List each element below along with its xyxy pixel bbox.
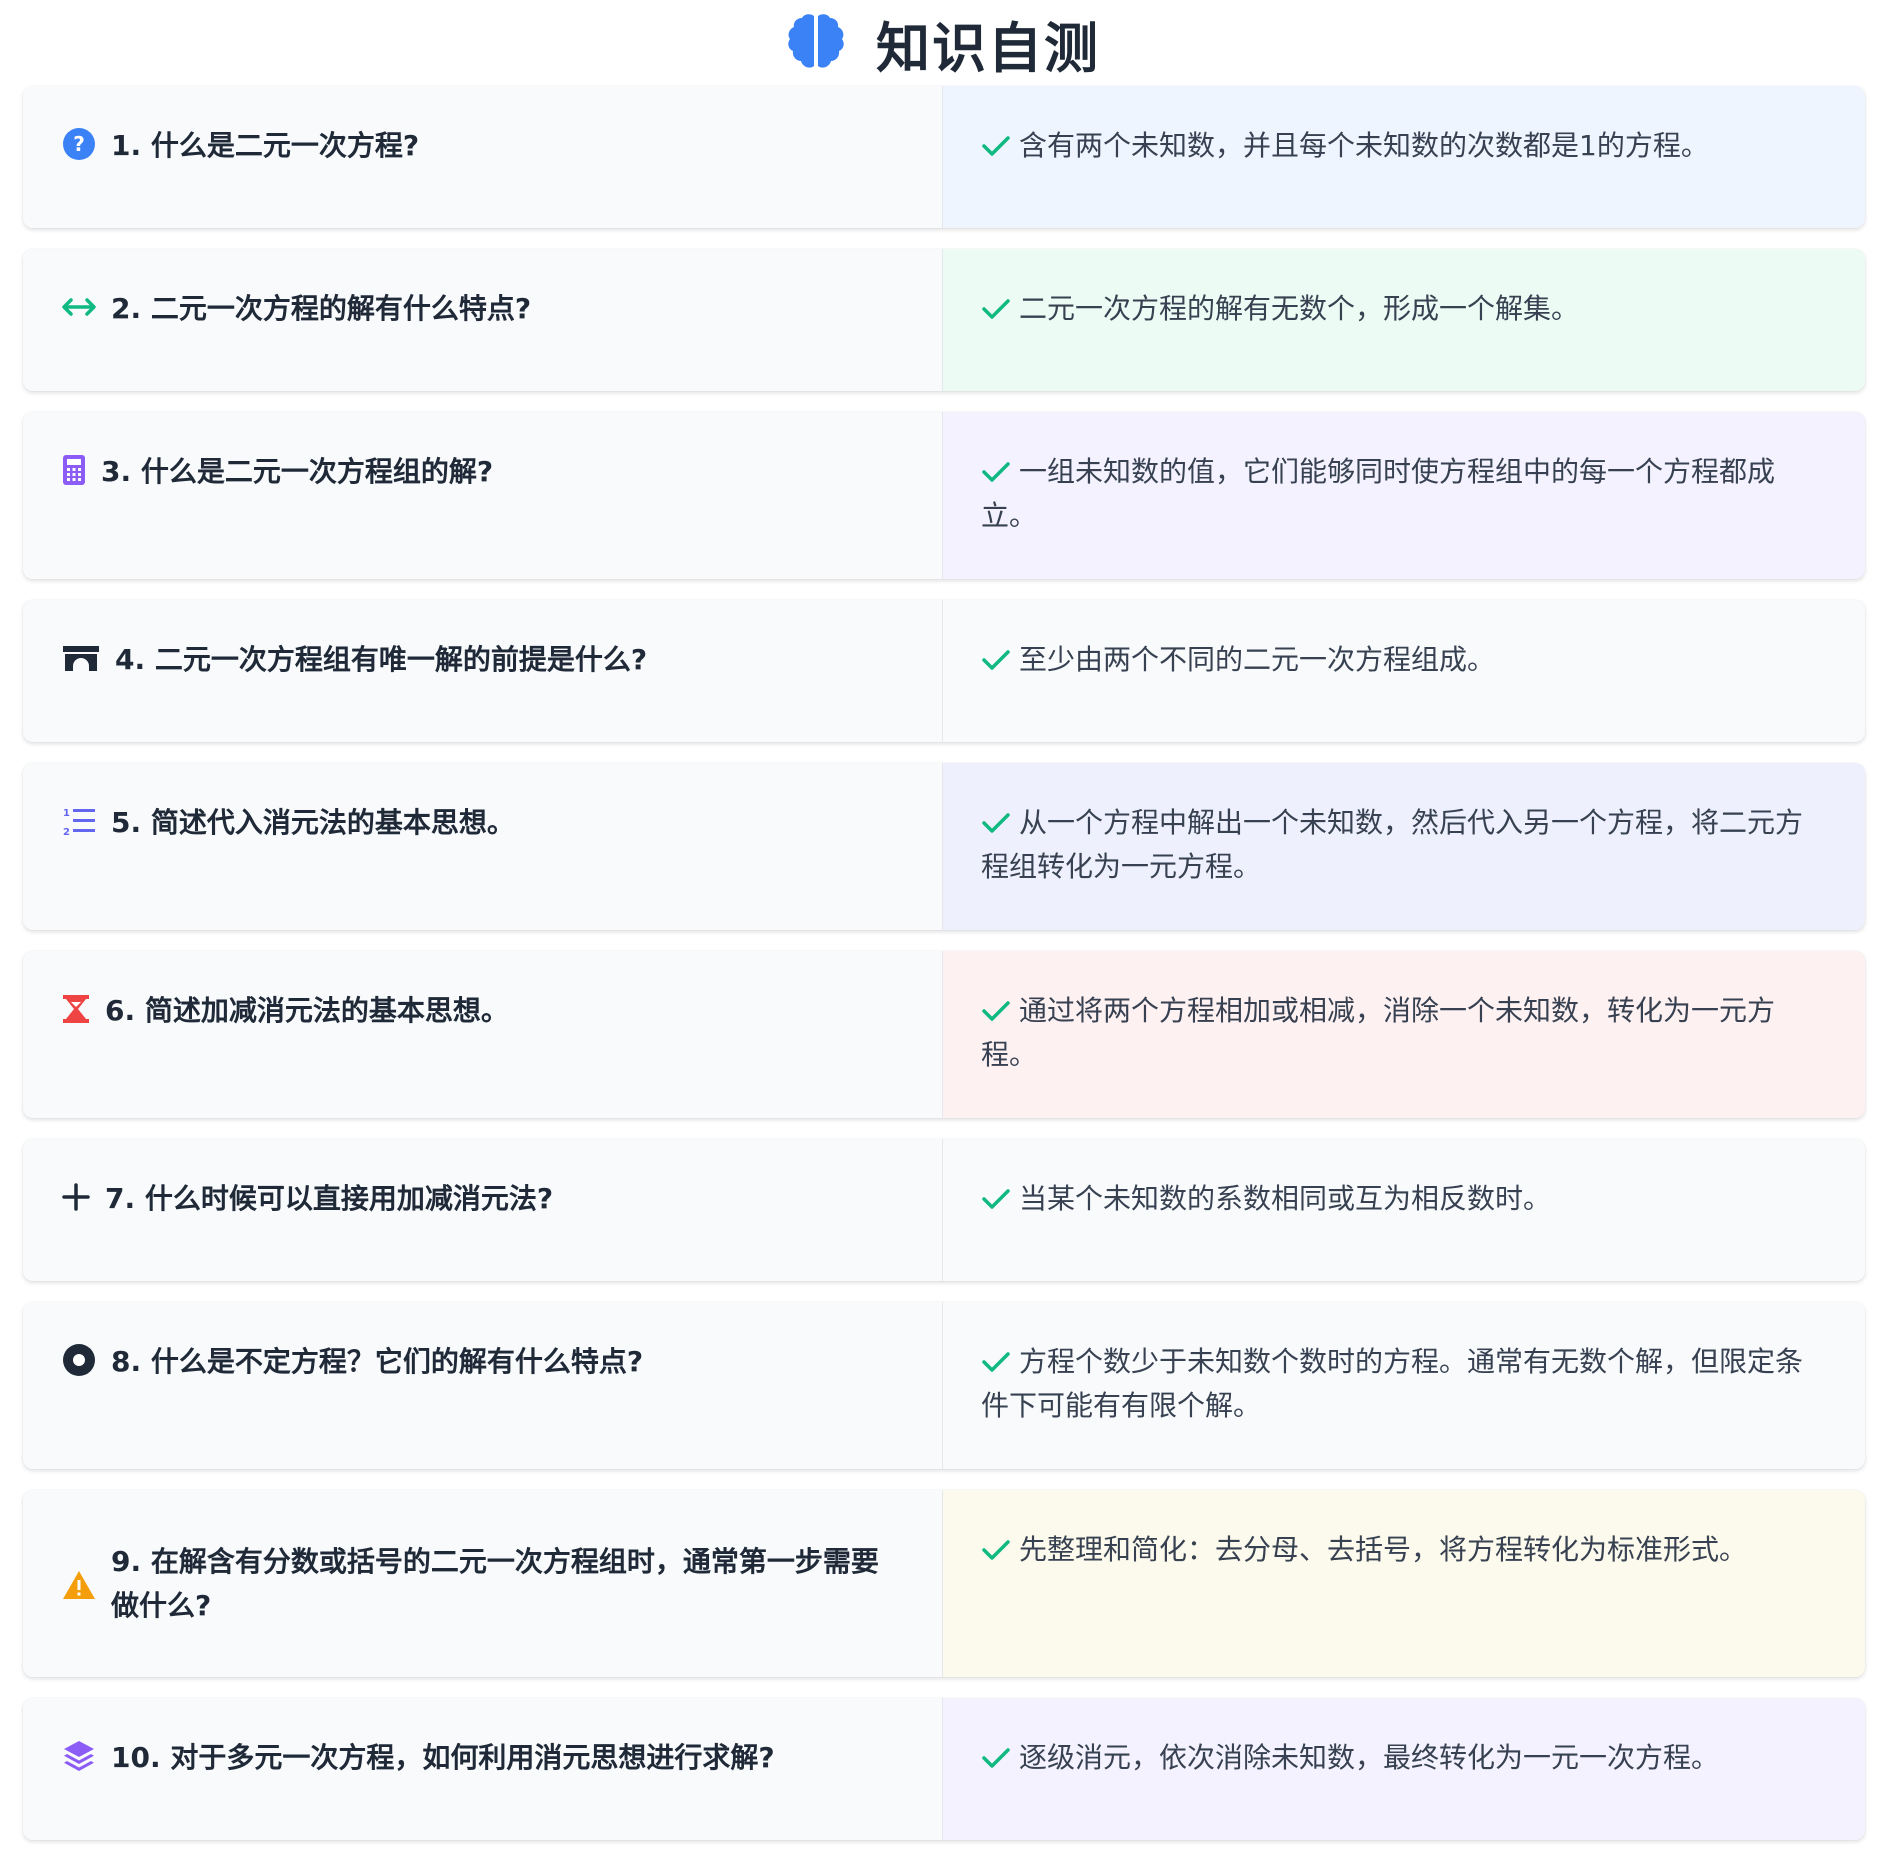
quiz-card: 1 2 5. 简述代入消元法的基本思想。 从一个方程中解出一个未知数，然后代入另… [23,763,1865,930]
answer-cell: 通过将两个方程相加或相减，消除一个未知数，转化为一元方程。 [943,951,1865,1118]
question-text: 5. 简述代入消元法的基本思想。 [111,806,515,839]
check-icon [982,1352,1010,1372]
answer-text: 当某个未知数的系数相同或互为相反数时。 [1019,1182,1552,1215]
question-cell: 4. 二元一次方程组有唯一解的前提是什么? [23,600,943,742]
question-text: 1. 什么是二元一次方程? [111,129,420,162]
answer-cell: 至少由两个不同的二元一次方程组成。 [943,600,1865,742]
arrows-left-right-icon [61,289,97,325]
question-cell: 10. 对于多元一次方程，如何利用消元思想进行求解? [23,1698,943,1840]
quiz-card-list: ? 1. 什么是二元一次方程? 含有两个未知数，并且每个未知数的次数都是1的方程… [23,86,1865,1861]
answer-text: 方程个数少于未知数个数时的方程。通常有无数个解，但限定条件下可能有有限个解。 [981,1345,1804,1422]
question-cell: 9. 在解含有分数或括号的二元一次方程组时，通常第一步需要做什么? [23,1490,943,1677]
svg-text:?: ? [73,132,85,156]
quiz-card: 6. 简述加减消元法的基本思想。 通过将两个方程相加或相减，消除一个未知数，转化… [23,951,1865,1118]
check-icon [982,1748,1010,1768]
check-icon [982,299,1010,319]
question-circle-icon: ? [61,126,97,162]
answer-text: 先整理和简化：去分母、去括号，将方程转化为标准形式。 [1019,1533,1748,1566]
answer-text: 从一个方程中解出一个未知数，然后代入另一个方程，将二元方程组转化为一元方程。 [981,806,1804,883]
answer-text: 含有两个未知数，并且每个未知数的次数都是1的方程。 [1019,129,1709,162]
quiz-card: 9. 在解含有分数或括号的二元一次方程组时，通常第一步需要做什么? 先整理和简化… [23,1490,1865,1677]
question-text: 8. 什么是不定方程？它们的解有什么特点? [111,1345,644,1378]
question-text: 6. 简述加减消元法的基本思想。 [105,994,509,1027]
calculator-icon [61,452,87,488]
question-cell: 1 2 5. 简述代入消元法的基本思想。 [23,763,943,930]
quiz-card: 3. 什么是二元一次方程组的解? 一组未知数的值，它们能够同时使方程组中的每一个… [23,412,1865,579]
answer-cell: 二元一次方程的解有无数个，形成一个解集。 [943,249,1865,391]
brain-icon [784,11,848,75]
quiz-card: 7. 什么时候可以直接用加减消元法? 当某个未知数的系数相同或互为相反数时。 [23,1139,1865,1281]
plus-icon [61,1179,91,1215]
check-icon [982,1001,1010,1021]
dot-circle-icon [61,1342,97,1378]
question-text: 3. 什么是二元一次方程组的解? [101,455,494,488]
quiz-card: 8. 什么是不定方程？它们的解有什么特点? 方程个数少于未知数个数时的方程。通常… [23,1302,1865,1469]
question-text: 9. 在解含有分数或括号的二元一次方程组时，通常第一步需要做什么? [111,1544,879,1622]
check-icon [982,136,1010,156]
answer-text: 逐级消元，依次消除未知数，最终转化为一元一次方程。 [1019,1741,1720,1774]
svg-text:1: 1 [63,808,70,819]
layers-icon [61,1738,97,1774]
answer-cell: 方程个数少于未知数个数时的方程。通常有无数个解，但限定条件下可能有有限个解。 [943,1302,1865,1469]
question-text: 7. 什么时候可以直接用加减消元法? [105,1182,554,1215]
archway-icon [61,640,101,676]
question-cell: 7. 什么时候可以直接用加减消元法? [23,1139,943,1281]
answer-text: 通过将两个方程相加或相减，消除一个未知数，转化为一元方程。 [981,994,1776,1071]
question-cell: ? 1. 什么是二元一次方程? [23,86,943,228]
question-text: 10. 对于多元一次方程，如何利用消元思想进行求解? [111,1741,775,1774]
quiz-card: 10. 对于多元一次方程，如何利用消元思想进行求解? 逐级消元，依次消除未知数，… [23,1698,1865,1840]
list-ol-icon: 1 2 [61,803,97,839]
check-icon [982,462,1010,482]
page-title: 知识自测 [876,16,1100,80]
svg-text:2: 2 [63,827,70,836]
quiz-card: 4. 二元一次方程组有唯一解的前提是什么? 至少由两个不同的二元一次方程组成。 [23,600,1865,742]
question-text: 2. 二元一次方程的解有什么特点? [111,292,532,325]
question-cell: 2. 二元一次方程的解有什么特点? [23,249,943,391]
question-text: 4. 二元一次方程组有唯一解的前提是什么? [115,643,648,676]
answer-cell: 逐级消元，依次消除未知数，最终转化为一元一次方程。 [943,1698,1865,1840]
answer-text: 至少由两个不同的二元一次方程组成。 [1019,643,1496,676]
check-icon [982,1189,1010,1209]
check-icon [982,1540,1010,1560]
check-icon [982,813,1010,833]
answer-cell: 含有两个未知数，并且每个未知数的次数都是1的方程。 [943,86,1865,228]
check-icon [982,650,1010,670]
answer-text: 一组未知数的值，它们能够同时使方程组中的每一个方程都成立。 [981,455,1776,532]
answer-cell: 先整理和简化：去分母、去括号，将方程转化为标准形式。 [943,1490,1865,1677]
question-cell: 8. 什么是不定方程？它们的解有什么特点? [23,1302,943,1469]
answer-text: 二元一次方程的解有无数个，形成一个解集。 [1019,292,1580,325]
header: 知识自测 [0,0,1884,86]
answer-cell: 从一个方程中解出一个未知数，然后代入另一个方程，将二元方程组转化为一元方程。 [943,763,1865,930]
quiz-card: ? 1. 什么是二元一次方程? 含有两个未知数，并且每个未知数的次数都是1的方程… [23,86,1865,228]
quiz-card: 2. 二元一次方程的解有什么特点? 二元一次方程的解有无数个，形成一个解集。 [23,249,1865,391]
answer-cell: 当某个未知数的系数相同或互为相反数时。 [943,1139,1865,1281]
question-cell: 3. 什么是二元一次方程组的解? [23,412,943,579]
question-cell: 6. 简述加减消元法的基本思想。 [23,951,943,1118]
hourglass-icon [61,991,91,1027]
answer-cell: 一组未知数的值，它们能够同时使方程组中的每一个方程都成立。 [943,412,1865,579]
warning-triangle-icon [61,1567,97,1603]
